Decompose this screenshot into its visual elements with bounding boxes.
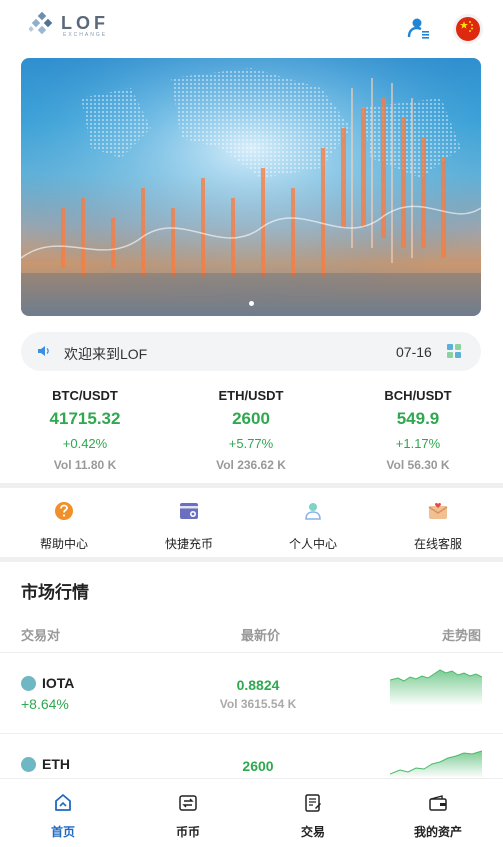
logo-text: LOF [61, 13, 109, 33]
shortcut-label: 快捷充币 [164, 537, 213, 551]
bottom-navigation: 首页 币币 交易 我的资产 [0, 778, 503, 847]
ticker-change: +1.17% [395, 436, 441, 451]
ticker-pair: BTC/USDT [52, 388, 118, 403]
ticker-price: 41715.32 [49, 409, 121, 428]
ticker-price: 2600 [232, 409, 270, 428]
notice-date: 07-16 [396, 344, 432, 360]
shortcut-quick-deposit[interactable]: 快捷充币 [144, 500, 234, 552]
wallet-icon [429, 795, 447, 811]
user-list-icon[interactable] [407, 16, 431, 40]
trend-sparkline [390, 750, 482, 778]
shortcut-customer-service[interactable]: 在线客服 [393, 500, 483, 552]
coin-name: ETH [42, 756, 70, 772]
notice-message[interactable]: 欢迎来到LOF [64, 344, 147, 364]
ticker-pair: BCH/USDT [384, 388, 452, 403]
shortcut-label: 帮助中心 [39, 537, 88, 551]
ticker-price: 549.9 [396, 409, 440, 428]
nav-label: 交易 [300, 825, 325, 839]
ticker-pair: ETH/USDT [218, 388, 284, 403]
ticker-change: +5.77% [228, 436, 274, 451]
nav-label: 币币 [175, 825, 200, 839]
home-icon [55, 794, 71, 811]
customer-service-icon [428, 503, 448, 519]
ticker-btc[interactable]: BTC/USDT 41715.32 +0.42% Vol 11.80 K [10, 388, 160, 472]
coin-change: +8.64% [21, 696, 69, 712]
ticker-volume: Vol 236.62 K [216, 458, 286, 472]
shortcut-profile[interactable]: 个人中心 [268, 500, 358, 552]
shortcut-help-center[interactable]: 帮助中心 [19, 500, 109, 552]
coin-price: 0.8824 [236, 677, 280, 693]
trade-icon [305, 794, 321, 812]
nav-trade[interactable]: 交易 [273, 793, 353, 840]
logo-subtext: EXCHANGE [63, 32, 108, 38]
nav-label: 我的资产 [413, 825, 462, 839]
column-header-price: 最新价 [241, 628, 281, 643]
market-title: 市场行情 [21, 583, 89, 602]
notice-bar[interactable]: 欢迎来到LOF 07-16 [21, 332, 481, 371]
shortcut-label: 在线客服 [413, 537, 462, 551]
exchange-icon [179, 795, 197, 811]
coin-volume: Vol 3615.54 K [219, 697, 297, 711]
coin-price: 2600 [242, 758, 274, 774]
column-header-pair: 交易对 [21, 628, 61, 643]
header: LOF EXCHANGE [0, 0, 503, 56]
quick-deposit-icon [180, 503, 198, 519]
coin-name: IOTA [42, 675, 75, 691]
ticker-volume: Vol 11.80 K [53, 458, 117, 472]
help-icon [55, 502, 73, 520]
ticker-bch[interactable]: BCH/USDT 549.9 +1.17% Vol 56.30 K [343, 388, 493, 472]
ticker-volume: Vol 56.30 K [386, 458, 450, 472]
nav-label: 首页 [50, 825, 75, 839]
banner-carousel[interactable] [21, 58, 481, 316]
shortcut-label: 个人中心 [288, 537, 337, 551]
china-flag-icon[interactable] [456, 17, 480, 41]
carousel-indicator-dot[interactable] [249, 301, 254, 306]
section-divider [0, 557, 503, 562]
nav-exchange[interactable]: 币币 [148, 793, 228, 840]
ticker-change: +0.42% [62, 436, 108, 451]
eth-coin-icon [21, 757, 36, 772]
trend-sparkline [390, 669, 482, 706]
section-divider [0, 483, 503, 488]
logo[interactable]: LOF EXCHANGE [29, 12, 105, 40]
world-map-candlestick-chart-image [21, 58, 481, 316]
profile-icon [305, 503, 321, 520]
column-header-trend: 走势图 [442, 628, 482, 643]
ticker-eth[interactable]: ETH/USDT 2600 +5.77% Vol 236.62 K [176, 388, 326, 472]
nav-home[interactable]: 首页 [23, 793, 103, 840]
iota-coin-icon [21, 676, 36, 691]
logo-mark-icon [29, 12, 53, 35]
nav-assets[interactable]: 我的资产 [398, 793, 478, 840]
grid-icon[interactable] [447, 344, 461, 358]
speaker-icon [38, 346, 49, 356]
row-divider [0, 652, 503, 653]
row-divider [0, 733, 503, 734]
